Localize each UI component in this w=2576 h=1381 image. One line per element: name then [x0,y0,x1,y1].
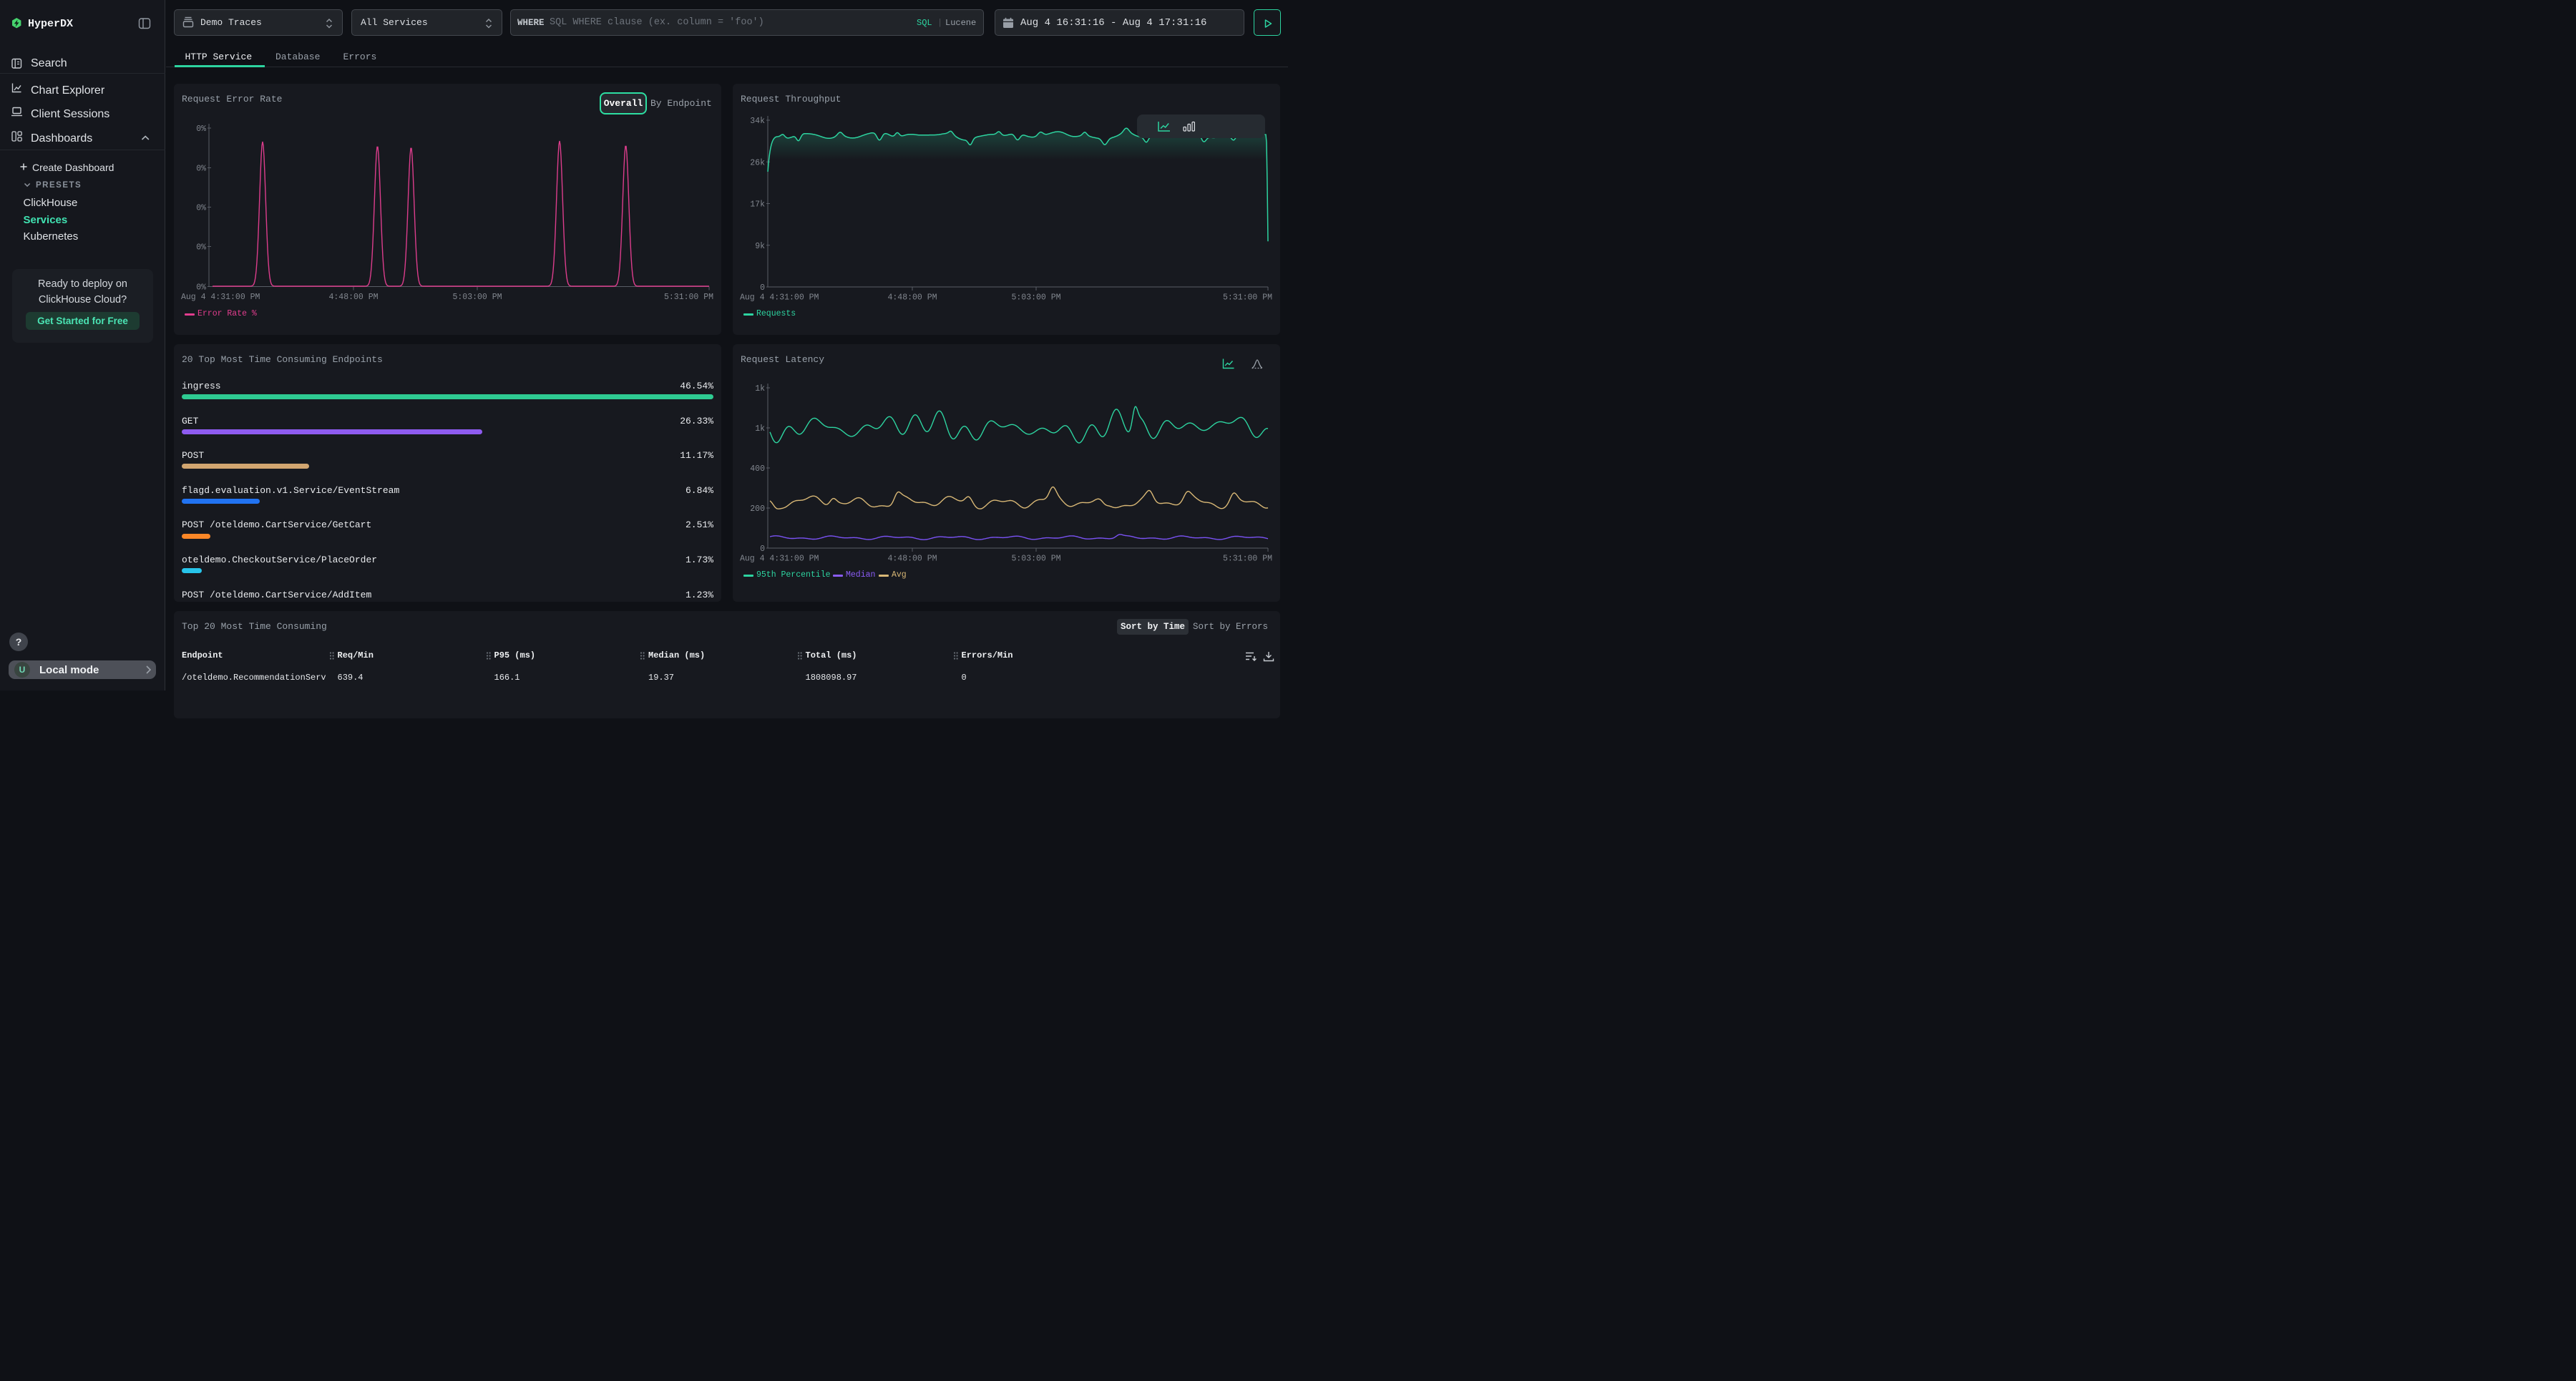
svg-text:0%: 0% [196,204,206,213]
svg-text:200: 200 [750,504,765,514]
svg-text:400: 400 [750,464,765,474]
svg-text:Aug 4 4:31:00 PM: Aug 4 4:31:00 PM [740,555,819,564]
svg-text:4:48:00 PM: 4:48:00 PM [887,293,937,303]
svg-text:26k: 26k [750,158,765,167]
svg-text:17k: 17k [750,200,765,210]
svg-text:4:48:00 PM: 4:48:00 PM [328,293,378,302]
svg-text:5:31:00 PM: 5:31:00 PM [1223,293,1272,303]
svg-text:0%: 0% [196,165,206,174]
svg-text:0%: 0% [196,243,206,253]
svg-text:0%: 0% [196,125,206,134]
svg-text:0%: 0% [196,283,206,293]
svg-text:5:31:00 PM: 5:31:00 PM [664,293,713,302]
svg-text:34k: 34k [750,117,765,126]
svg-text:5:03:00 PM: 5:03:00 PM [1011,555,1060,564]
svg-text:5:31:00 PM: 5:31:00 PM [1223,555,1272,564]
svg-text:1k: 1k [755,424,765,434]
svg-text:Aug 4 4:31:00 PM: Aug 4 4:31:00 PM [181,293,260,302]
svg-text:9k: 9k [755,242,765,251]
svg-text:5:03:00 PM: 5:03:00 PM [452,293,502,302]
svg-text:4:48:00 PM: 4:48:00 PM [887,555,937,564]
svg-text:1k: 1k [755,384,765,394]
svg-text:0: 0 [760,283,765,293]
svg-text:5:03:00 PM: 5:03:00 PM [1011,293,1060,303]
svg-text:Aug 4 4:31:00 PM: Aug 4 4:31:00 PM [740,293,819,303]
svg-text:0: 0 [760,545,765,554]
